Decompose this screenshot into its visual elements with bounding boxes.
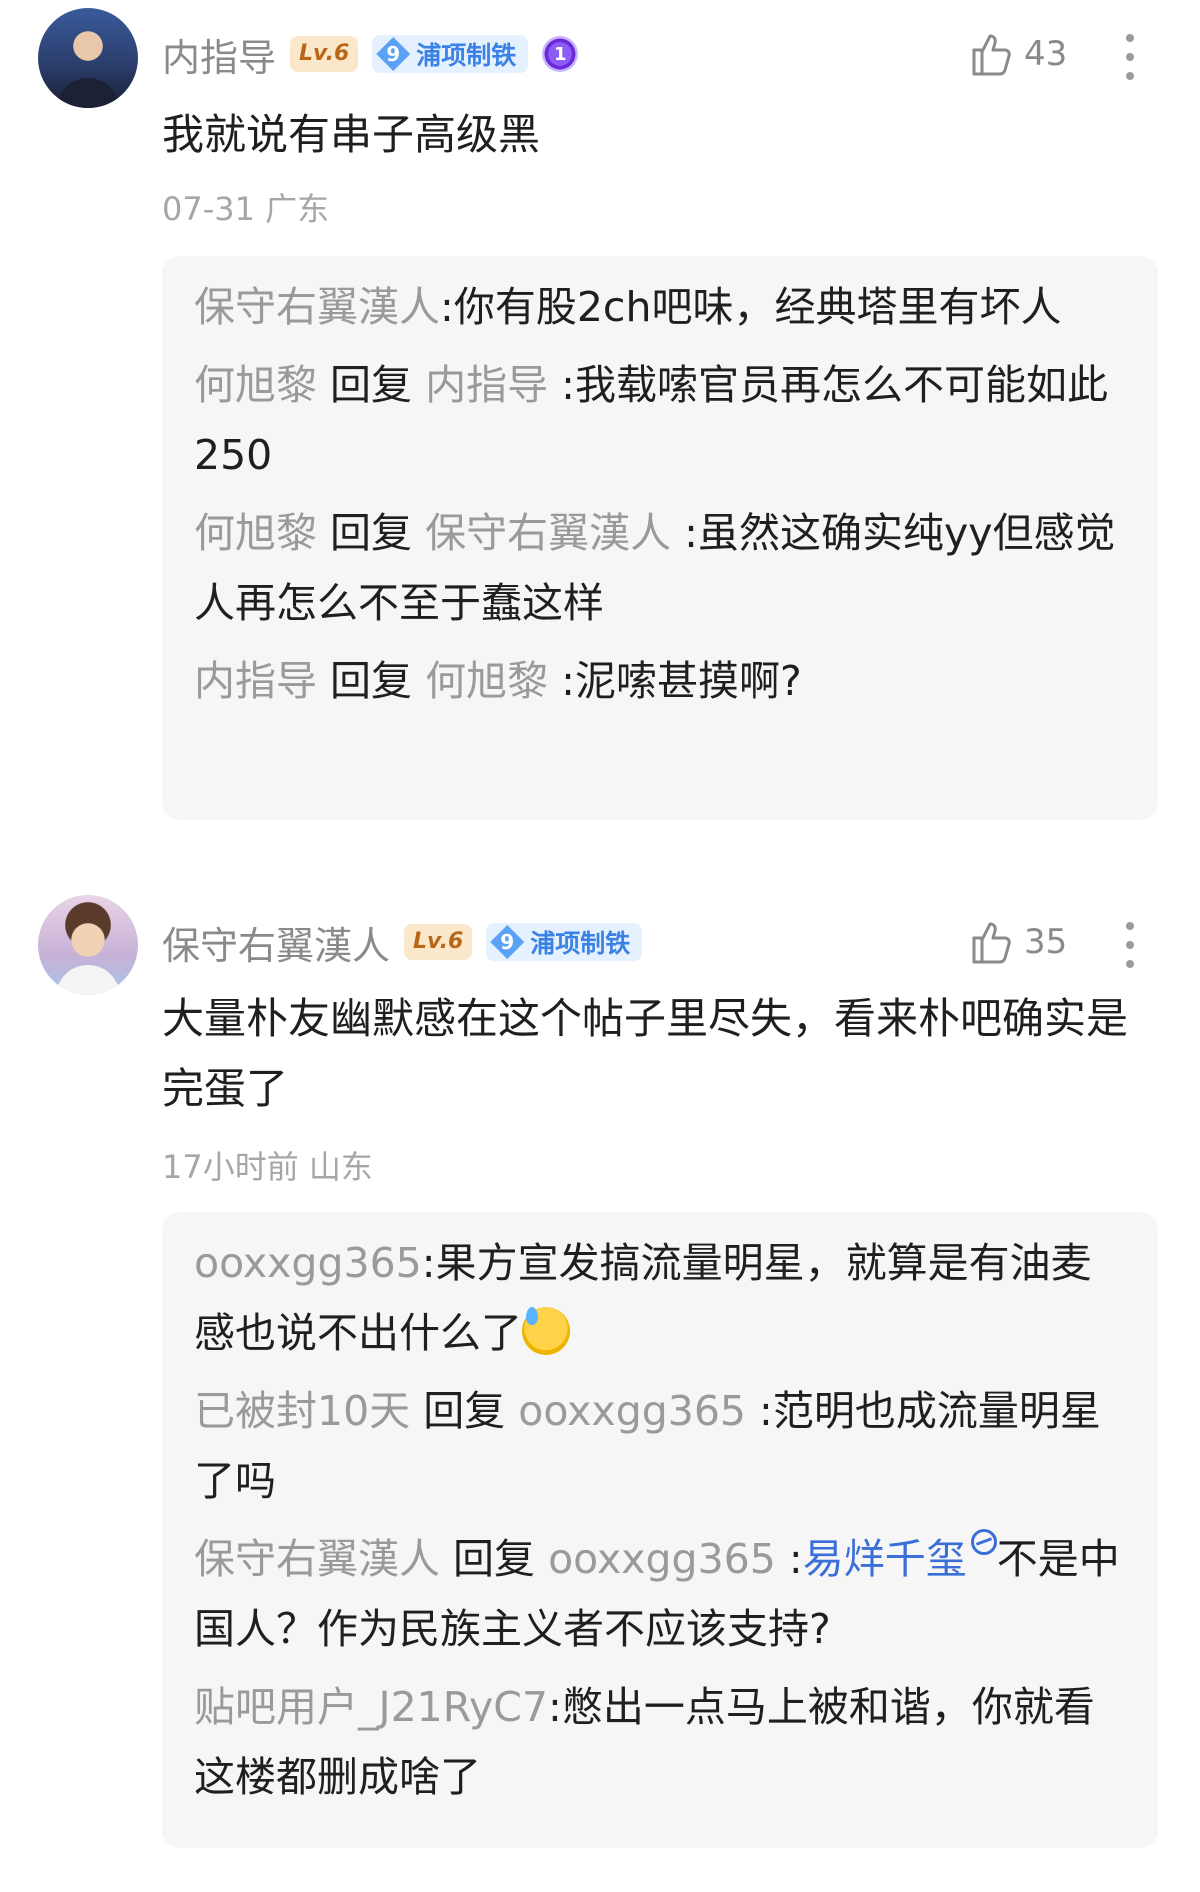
reply-sep: : <box>548 657 575 705</box>
avatar[interactable] <box>38 8 138 108</box>
reply-sep: : <box>548 361 575 409</box>
reply-sep: : <box>421 1239 436 1287</box>
reply-sep: : <box>671 509 698 557</box>
comment-meta: 17小时前 山东 <box>162 1148 373 1186</box>
reply-sep: : <box>440 283 454 331</box>
reply-item[interactable]: 贴吧用户_J21RyC7:憋出一点马上被和谐，你就看这楼都删成啥了 <box>194 1672 1126 1812</box>
sweat-emoji-icon <box>522 1307 570 1355</box>
like-count: 35 <box>1024 922 1068 962</box>
reply-word: 回复 <box>453 1535 536 1583</box>
level-badge: Lv.6 <box>290 36 359 72</box>
reply-item[interactable]: 内指导 回复 何旭黎 :泥嗦甚摸啊? <box>194 646 1126 716</box>
reply-word: 回复 <box>330 361 413 409</box>
username[interactable]: 保守右翼漢人 <box>162 915 390 970</box>
comment-meta: 07-31 广东 <box>162 190 330 228</box>
reply-author[interactable]: 何旭黎 <box>194 361 317 409</box>
reply-text: 你有股2ch吧味，经典塔里有坏人 <box>453 283 1062 331</box>
more-options-icon[interactable] <box>1126 922 1134 968</box>
reply-item[interactable]: 保守右翼漢人 回复 ooxxgg365 :易烊千玺 不是中国人？作为民族主义者不应… <box>194 1524 1126 1664</box>
topic-link[interactable]: 易烊千玺 <box>803 1535 967 1583</box>
comment-text: 我就说有串子高级黑 <box>162 110 541 159</box>
reply-item[interactable]: 保守右翼漢人:你有股2ch吧味，经典塔里有坏人 <box>194 272 1126 342</box>
more-options-icon[interactable] <box>1126 34 1134 80</box>
reply-list: ooxxgg365:果方宣发搞流量明星，就算是有油麦感也说不出什么了 已被封10… <box>162 1212 1158 1848</box>
thumbs-up-icon <box>972 34 1011 76</box>
reply-target[interactable]: 内指导 <box>425 361 548 409</box>
reply-author[interactable]: 内指导 <box>194 657 317 705</box>
reply-author[interactable]: ooxxgg365 <box>194 1239 422 1287</box>
medal-icon: 1 <box>542 36 579 72</box>
reply-target[interactable]: ooxxgg365 <box>548 1535 776 1583</box>
username[interactable]: 内指导 <box>162 27 276 82</box>
reply-target[interactable]: ooxxgg365 <box>518 1387 746 1435</box>
like-count: 43 <box>1024 34 1068 74</box>
tag-number-icon: 9 <box>376 37 411 71</box>
reply-sep: : <box>548 1683 562 1731</box>
comment-text: 大量朴友幽默感在这个帖子里尽失，看来朴吧确实是完蛋了 <box>162 994 1129 1113</box>
reply-word: 回复 <box>330 657 413 705</box>
like-button[interactable]: 43 <box>968 30 1067 78</box>
reply-target[interactable]: 何旭黎 <box>425 657 548 705</box>
reply-text: 泥嗦甚摸啊? <box>574 657 802 705</box>
level-badge: Lv.6 <box>404 924 473 960</box>
tag-badge[interactable]: 9 浦项制铁 <box>486 923 643 961</box>
reply-author[interactable]: 贴吧用户_J21RyC7 <box>194 1683 548 1731</box>
reply-author[interactable]: 已被封10天 <box>194 1387 410 1435</box>
reply-item[interactable]: ooxxgg365:果方宣发搞流量明星，就算是有油麦感也说不出什么了 <box>194 1228 1126 1368</box>
reply-author[interactable]: 保守右翼漢人 <box>194 283 440 331</box>
reply-sep: : <box>746 1387 773 1435</box>
tag-badge[interactable]: 9 浦项制铁 <box>372 35 529 73</box>
reply-word: 回复 <box>330 509 413 557</box>
thumbs-up-icon <box>972 922 1011 964</box>
reply-item[interactable]: 何旭黎 回复 保守右翼漢人 :虽然这确实纯yy但感觉人再怎么不至于蠢这样 <box>194 498 1126 638</box>
reply-author[interactable]: 保守右翼漢人 <box>194 1535 440 1583</box>
reply-target[interactable]: 保守右翼漢人 <box>425 509 671 557</box>
tag-text: 浦项制铁 <box>416 41 517 70</box>
tag-text: 浦项制铁 <box>530 929 631 958</box>
avatar[interactable] <box>38 895 138 995</box>
reply-author[interactable]: 何旭黎 <box>194 509 317 557</box>
link-icon <box>970 1529 997 1555</box>
reply-list: 保守右翼漢人:你有股2ch吧味，经典塔里有坏人 何旭黎 回复 内指导 :我载嗦官… <box>162 256 1158 820</box>
like-button[interactable]: 35 <box>968 918 1067 966</box>
reply-item[interactable]: 已被封10天 回复 ooxxgg365 :范明也成流量明星了吗 <box>194 1376 1126 1516</box>
reply-item[interactable]: 何旭黎 回复 内指导 :我载嗦官员再怎么不可能如此250 <box>194 350 1126 490</box>
reply-word: 回复 <box>423 1387 506 1435</box>
reply-sep: : <box>775 1535 803 1583</box>
tag-number-icon: 9 <box>490 925 525 959</box>
